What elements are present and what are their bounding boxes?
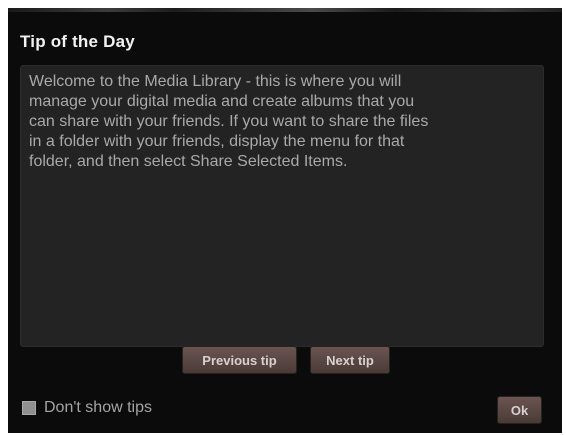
next-tip-button[interactable]: Next tip xyxy=(310,346,390,374)
previous-tip-button[interactable]: Previous tip xyxy=(182,346,297,374)
tip-text: Welcome to the Media Library - this is w… xyxy=(29,73,429,170)
dont-show-tips-checkbox[interactable] xyxy=(22,401,36,415)
screen: Tip of the Day Welcome to the Media Libr… xyxy=(0,0,566,435)
dont-show-tips-row[interactable]: Don't show tips xyxy=(22,399,152,417)
dialog-title: Tip of the Day xyxy=(20,32,135,51)
ok-button[interactable]: Ok xyxy=(497,396,542,424)
tip-panel: Welcome to the Media Library - this is w… xyxy=(20,65,544,347)
dont-show-tips-label: Don't show tips xyxy=(44,399,152,416)
tip-of-the-day-dialog: Tip of the Day Welcome to the Media Libr… xyxy=(8,12,562,433)
